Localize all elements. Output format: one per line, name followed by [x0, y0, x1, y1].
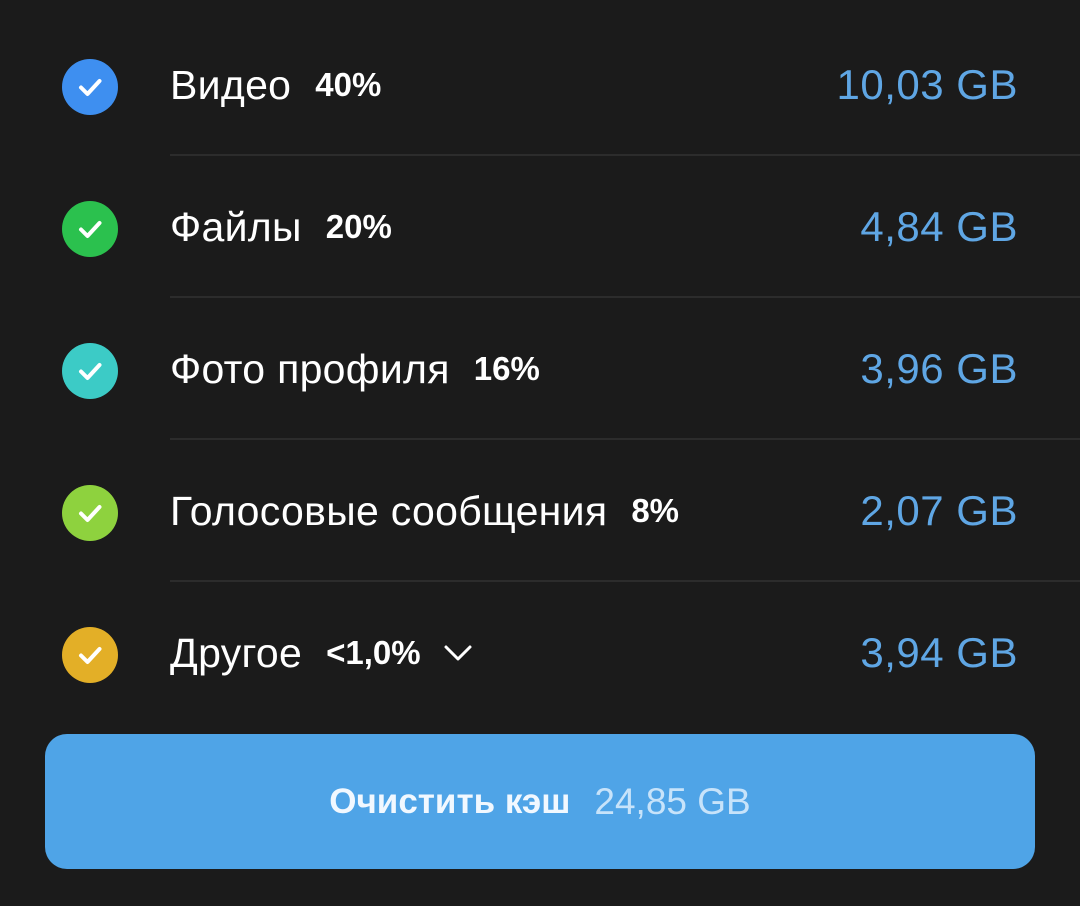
cache-item-size: 3,94 GB: [860, 629, 1018, 676]
cache-item-percent: 40%: [315, 66, 382, 103]
cache-item-percent: 8%: [631, 492, 680, 529]
cache-item-size: 2,07 GB: [860, 487, 1018, 534]
cache-item-other[interactable]: Другое <1,0% 3,94 GB: [0, 582, 1080, 724]
cache-item-video[interactable]: Видео 40% 10,03 GB: [0, 14, 1080, 156]
cache-item-size: 10,03 GB: [836, 61, 1018, 108]
cache-category-list: Видео 40% 10,03 GB Файлы 20% 4,84 GB Фот…: [0, 14, 1080, 724]
cache-item-percent: <1,0%: [326, 634, 421, 671]
cache-item-name: Фото профиля: [170, 345, 450, 392]
cache-item-label: Другое <1,0%: [170, 582, 473, 724]
check-icon[interactable]: [62, 343, 118, 399]
cache-item-label: Видео 40%: [170, 14, 381, 156]
cache-item-size: 4,84 GB: [860, 203, 1018, 250]
check-icon[interactable]: [62, 485, 118, 541]
cache-item-name: Видео: [170, 61, 292, 108]
cache-item-label: Голосовые сообщения 8%: [170, 440, 679, 582]
cache-item-name: Файлы: [170, 203, 302, 250]
clear-cache-button[interactable]: Очистить кэш 24,85 GB: [45, 734, 1035, 869]
cache-item-files[interactable]: Файлы 20% 4,84 GB: [0, 156, 1080, 298]
cache-item-name: Голосовые сообщения: [170, 487, 608, 534]
check-icon[interactable]: [62, 59, 118, 115]
cache-item-profile-photos[interactable]: Фото профиля 16% 3,96 GB: [0, 298, 1080, 440]
cache-item-percent: 20%: [325, 208, 392, 245]
clear-cache-button-label: Очистить кэш: [329, 781, 571, 821]
cache-item-name: Другое: [170, 629, 303, 676]
clear-cache-button-size: 24,85 GB: [594, 780, 751, 822]
check-icon[interactable]: [62, 627, 118, 683]
chevron-down-icon[interactable]: [443, 643, 473, 663]
cache-item-label: Файлы 20%: [170, 156, 392, 298]
cache-item-percent: 16%: [473, 350, 540, 387]
check-icon[interactable]: [62, 201, 118, 257]
cache-item-voice-messages[interactable]: Голосовые сообщения 8% 2,07 GB: [0, 440, 1080, 582]
cache-item-size: 3,96 GB: [860, 345, 1018, 392]
cache-item-label: Фото профиля 16%: [170, 298, 540, 440]
